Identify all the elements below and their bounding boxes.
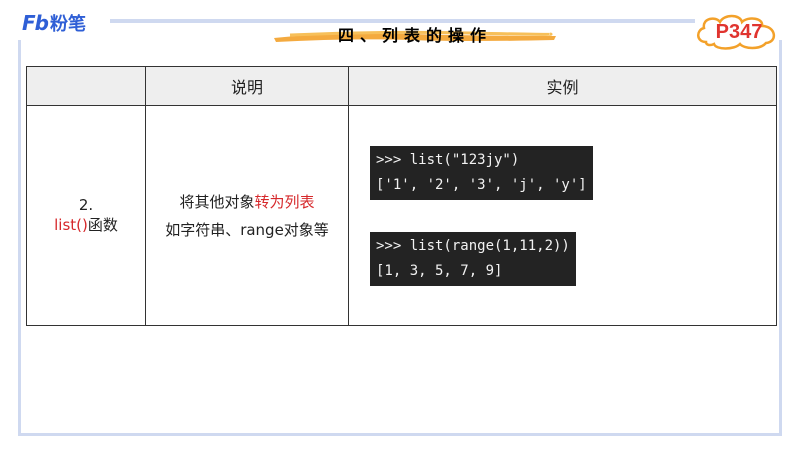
table-row: 2. list()函数 将其他对象转为列表 如字符串、range对象等 >>> … — [26, 105, 777, 326]
description-text: 将其他对象 — [179, 192, 255, 211]
logo-cn: 粉笔 — [49, 14, 86, 35]
function-call: list() — [54, 216, 88, 234]
brand-logo: Fb 粉笔 — [22, 10, 86, 36]
page-title: 四、列表的操作 — [337, 26, 492, 45]
description-line-2: 如字符串、range对象等 — [165, 220, 329, 239]
page-number: P347 — [715, 21, 763, 43]
header-cell-index — [26, 66, 146, 106]
function-table: 说明 实例 2. list()函数 将其他对象转为列表 如字符串、range对象… — [26, 66, 777, 326]
table-header-row: 说明 实例 — [26, 66, 777, 106]
description-cell: 将其他对象转为列表 如字符串、range对象等 — [145, 105, 349, 326]
code-block: >>> list(range(1,11,2)) [1, 3, 5, 7, 9] — [370, 231, 576, 286]
code-output: [1, 3, 5, 7, 9] — [376, 262, 503, 279]
code-input: >>> list(range(1,11,2)) — [376, 237, 570, 254]
code-example-1: >>> list("123jy") ['1', '2', '3', 'j', '… — [350, 145, 593, 200]
page-number-badge: P347 — [694, 12, 784, 52]
code-example-2: >>> list(range(1,11,2)) [1, 3, 5, 7, 9] — [350, 231, 576, 286]
function-name-cell: 2. list()函数 — [26, 105, 146, 326]
description-highlight: 转为列表 — [254, 192, 315, 211]
code-block: >>> list("123jy") ['1', '2', '3', 'j', '… — [370, 145, 593, 200]
title-banner: 四、列表的操作 — [270, 20, 560, 48]
description-line-1: 将其他对象转为列表 — [147, 188, 347, 216]
header-cell-example: 实例 — [348, 66, 777, 106]
function-suffix: 函数 — [87, 216, 118, 234]
logo-latin: Fb — [22, 11, 49, 35]
code-input: >>> list("123jy") — [376, 151, 520, 168]
code-output: ['1', '2', '3', 'j', 'y'] — [376, 176, 587, 193]
row-index: 2. — [78, 196, 94, 214]
function-name: list()函数 — [28, 214, 144, 235]
header-cell-description: 说明 — [145, 66, 349, 106]
example-cell: >>> list("123jy") ['1', '2', '3', 'j', '… — [348, 105, 777, 326]
